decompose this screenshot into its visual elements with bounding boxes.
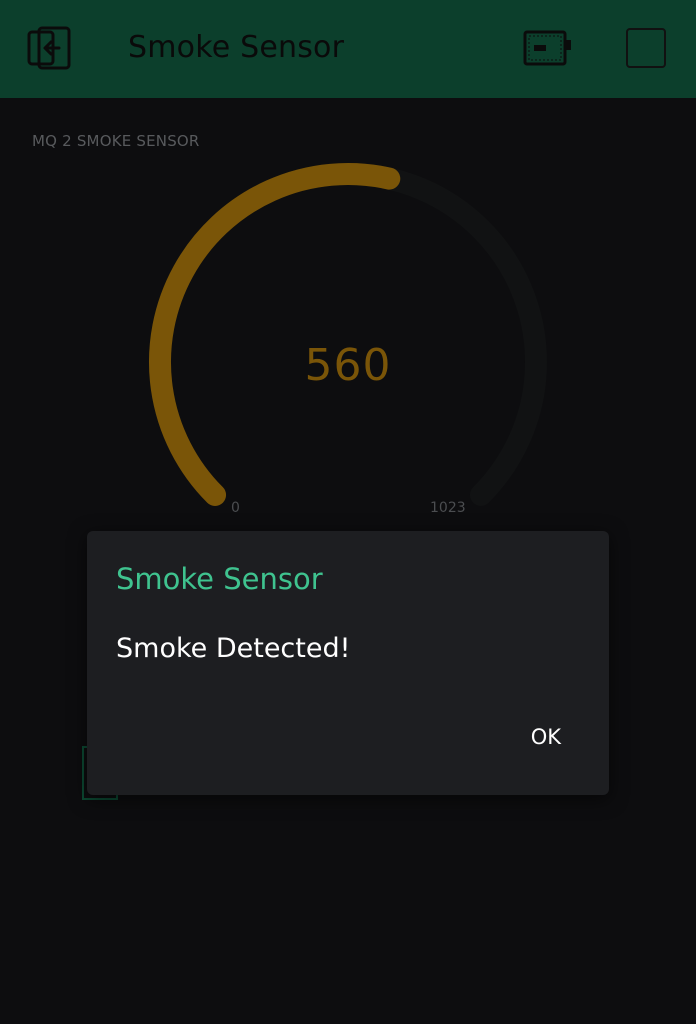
gauge-value: 560 <box>304 340 392 391</box>
exit-project-icon[interactable] <box>26 26 72 70</box>
gauge-fill <box>148 163 401 506</box>
dialog-title: Smoke Sensor <box>116 562 323 596</box>
gauge-max-label: 1023 <box>430 500 466 516</box>
ok-button[interactable]: OK <box>523 721 569 753</box>
app-screen: Smoke Sensor MQ 2 SMOKE SENSOR 560 0 102… <box>0 0 696 1024</box>
top-bar: Smoke Sensor <box>0 0 696 98</box>
gauge-label: MQ 2 SMOKE SENSOR <box>32 132 200 150</box>
gauge-min-label: 0 <box>231 500 240 516</box>
stop-square-icon[interactable] <box>626 28 666 68</box>
app-title: Smoke Sensor <box>128 30 345 65</box>
alert-dialog: Smoke Sensor Smoke Detected! OK <box>87 531 609 795</box>
dialog-message: Smoke Detected! <box>116 633 351 664</box>
device-battery-icon[interactable] <box>522 28 574 68</box>
